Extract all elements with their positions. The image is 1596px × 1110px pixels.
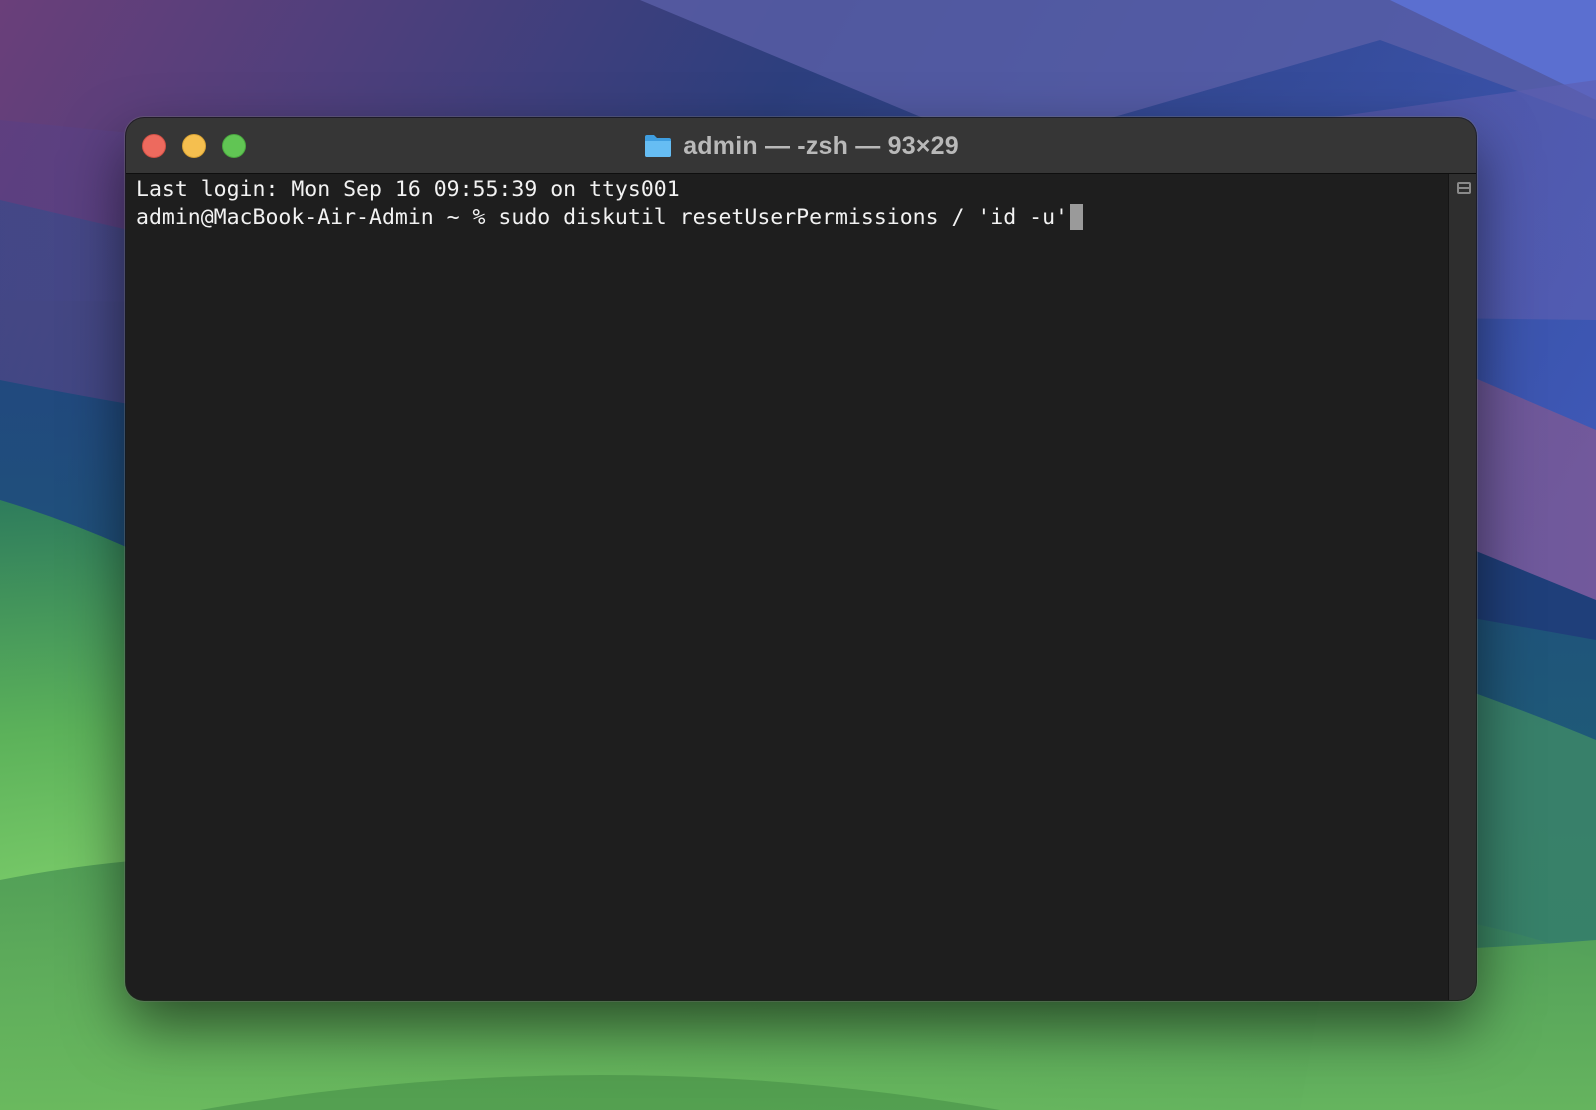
terminal-window[interactable]: admin — -zsh — 93×29 Last login: Mon Sep… <box>126 118 1476 1000</box>
terminal-line-login: Last login: Mon Sep 16 09:55:39 on ttys0… <box>136 177 680 202</box>
terminal-line-command[interactable]: admin@MacBook-Air-Admin ~ % sudo diskuti… <box>136 204 1448 232</box>
folder-icon <box>643 133 673 159</box>
text-cursor <box>1069 204 1083 230</box>
window-title: admin — -zsh — 93×29 <box>683 131 959 160</box>
terminal-output[interactable]: Last login: Mon Sep 16 09:55:39 on ttys0… <box>126 174 1448 1000</box>
command-text: admin@MacBook-Air-Admin ~ % sudo diskuti… <box>136 205 1068 230</box>
split-pane-icon[interactable] <box>1457 182 1471 194</box>
scrollbar[interactable] <box>1448 174 1476 1000</box>
title-bar[interactable]: admin — -zsh — 93×29 <box>126 118 1476 174</box>
window-title-container: admin — -zsh — 93×29 <box>126 118 1476 174</box>
